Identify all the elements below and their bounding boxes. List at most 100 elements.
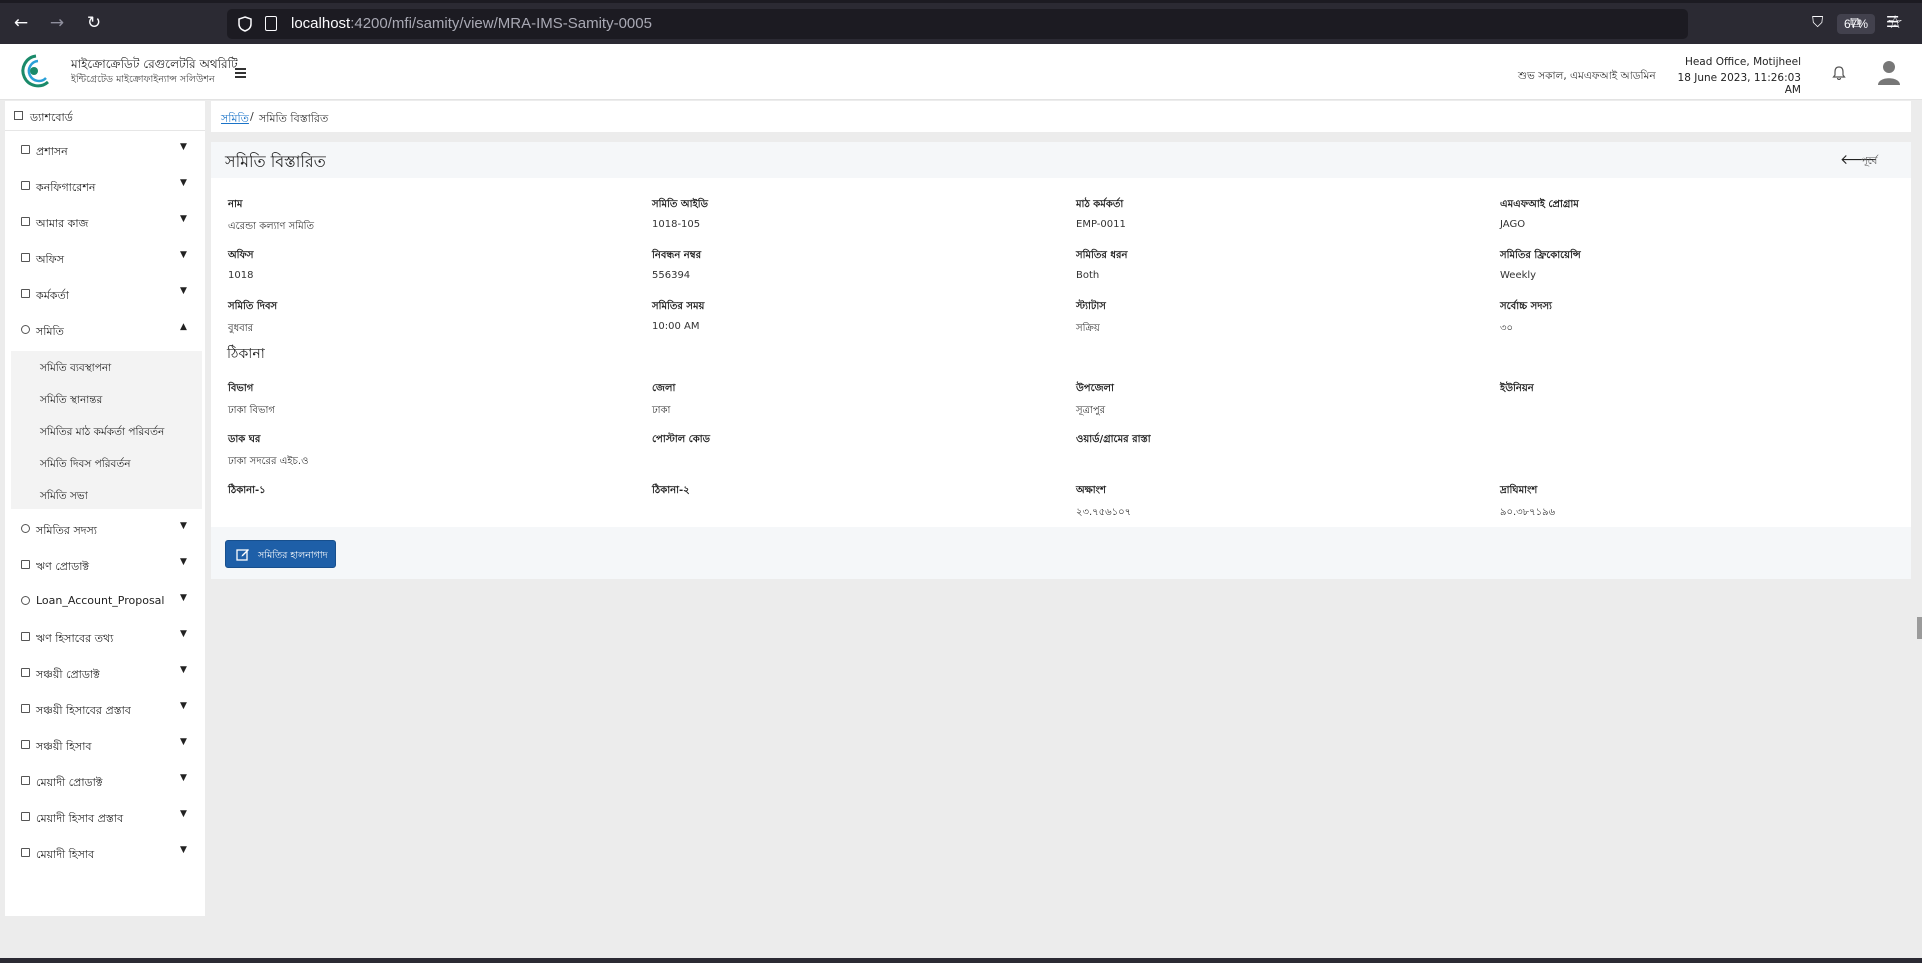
menu-icon[interactable]: ☰ — [1886, 13, 1899, 31]
sidebar-item-label: অফিস — [36, 253, 64, 266]
sidebar-item-savings-account-proposal[interactable]: সঞ্চয়ী হিসাবের প্রস্তাব ▼ — [5, 691, 205, 727]
field-samity-day: সমিতি দিবস বুধবার — [228, 299, 628, 338]
chevron-up-icon: ▲ — [180, 322, 187, 332]
pocket-icon[interactable]: ⛉ — [1812, 13, 1823, 31]
hamburger-menu-icon[interactable] — [235, 68, 246, 80]
building-icon — [21, 848, 30, 857]
submenu-item-samity-transfer[interactable]: সমিতি স্থানান্তর — [11, 384, 202, 416]
field-ward-road: ওয়ার্ড/গ্রামের রাস্তা — [1076, 432, 1476, 454]
field-value: ঢাকা বিভাগ — [228, 405, 275, 416]
sidebar-item-savings-product[interactable]: সঞ্চয়ী প্রোডাক্ট ▼ — [5, 655, 205, 691]
field-label: অক্ষাংশ — [1076, 485, 1106, 496]
field-label: ঠিকানা-১ — [228, 485, 266, 496]
chevron-down-icon: ▼ — [180, 665, 187, 675]
field-address-2: ঠিকানা-২ — [652, 483, 1052, 505]
submenu-item-samity-day-change[interactable]: সমিতি দিবস পরিবর্তন — [11, 448, 202, 480]
back-icon[interactable]: ← — [10, 12, 32, 34]
field-label: নাম — [228, 199, 243, 210]
sidebar-item-term-product[interactable]: মেয়াদী প্রোডাক্ট ▼ — [5, 763, 205, 799]
field-max-members: সর্বোচ্চ সদস্য ৩০ — [1500, 299, 1900, 338]
field-value: 1018-105 — [652, 219, 701, 230]
page-title: সমিতি বিস্তারিত — [225, 152, 326, 171]
sidebar-item-my-work[interactable]: আমার কাজ ▼ — [5, 204, 205, 240]
card-footer: সমিতির হালনাগাদ — [211, 527, 1911, 579]
url-text[interactable]: localhost:4200/mfi/samity/view/MRA-IMS-S… — [291, 15, 652, 32]
sidebar-item-label: সমিতি — [36, 325, 64, 338]
field-label: উপজেলা — [1076, 383, 1114, 394]
field-label: মাঠ কর্মকর্তা — [1076, 199, 1124, 210]
sidebar-item-configuration[interactable]: কনফিগারেশন ▼ — [5, 168, 205, 204]
field-label: ডাক ঘর — [228, 434, 261, 445]
sidebar-item-term-account-proposal[interactable]: মেয়াদী হিসাব প্রস্তাব ▼ — [5, 799, 205, 835]
sidebar-item-savings-account[interactable]: সঞ্চয়ী হিসাব ▼ — [5, 727, 205, 763]
field-value: 10:00 AM — [652, 321, 700, 332]
forward-icon[interactable]: → — [46, 12, 68, 34]
update-samity-label: সমিতির হালনাগাদ — [258, 550, 328, 561]
sidebar-item-office[interactable]: অফিস ▼ — [5, 240, 205, 276]
extensions-icon[interactable]: ⧉ — [1850, 13, 1861, 31]
sidebar-item-loan-account-info[interactable]: ঋণ হিসাবের তথ্য ▼ — [5, 619, 205, 655]
group-icon — [21, 596, 30, 605]
sidebar-item-label: ঋণ হিসাবের তথ্য — [36, 632, 114, 645]
group-icon — [21, 524, 30, 533]
sidebar-item-samity-members[interactable]: সমিতির সদস্য ▼ — [5, 511, 205, 547]
chevron-down-icon: ▼ — [180, 629, 187, 639]
sidebar: ড্যাশবোর্ড প্রশাসন ▼ কনফিগারেশন ▼ আমার ক… — [5, 101, 205, 916]
sidebar-item-dashboard[interactable]: ড্যাশবোর্ড — [5, 101, 205, 131]
sidebar-item-label: আমার কাজ — [36, 217, 89, 230]
edit-icon — [236, 549, 249, 561]
field-label: ইউনিয়ন — [1500, 383, 1534, 394]
submenu-item-samity-management[interactable]: সমিতি ব্যবস্থাপনা — [11, 352, 202, 384]
field-samity-id: সমিতি আইডি 1018-105 — [652, 197, 1052, 230]
field-registration-number: নিবন্ধন নম্বর 556394 — [652, 248, 1052, 281]
office-name: Head Office, Motijheel — [1684, 56, 1801, 68]
browser-toolbar: ← → ↻ localhost:4200/mfi/samity/view/MRA… — [0, 0, 1922, 44]
user-icon — [21, 289, 30, 298]
chevron-down-icon: ▼ — [180, 286, 187, 296]
building-icon — [21, 776, 30, 785]
sidebar-item-label: সঞ্চয়ী প্রোডাক্ট — [36, 668, 100, 681]
update-samity-button[interactable]: সমিতির হালনাগাদ — [225, 540, 336, 568]
sidebar-item-loan-product[interactable]: ঋণ প্রোডাক্ট ▼ — [5, 547, 205, 583]
field-longitude: দ্রাঘিমাংশ ৯০.৩৮৭১৯৬ — [1500, 483, 1900, 522]
field-label: বিভাগ — [228, 383, 254, 394]
sidebar-item-administration[interactable]: প্রশাসন ▼ — [5, 132, 205, 168]
back-button[interactable]: পূর্বে — [1861, 154, 1877, 171]
sidebar-item-loan-account-proposal[interactable]: Loan_Account_Proposal ▼ — [5, 583, 205, 619]
sidebar-item-officer[interactable]: কর্মকর্তা ▼ — [5, 276, 205, 312]
field-post-office: ডাক ঘর ঢাকা সদরের এইচ.ও — [228, 432, 628, 471]
field-label: সমিতির সময় — [652, 301, 705, 312]
breadcrumb-separator: / — [250, 110, 254, 123]
submenu-item-label: সমিতি দিবস পরিবর্তন — [40, 458, 131, 470]
bell-icon[interactable] — [1832, 66, 1846, 80]
building-icon — [21, 740, 30, 749]
chevron-down-icon: ▼ — [180, 737, 187, 747]
submenu-item-samity-meeting[interactable]: সমিতি সভা — [11, 480, 202, 512]
field-value: Weekly — [1500, 270, 1537, 281]
breadcrumb: সমিতি / সমিতি বিস্তারিত — [211, 101, 1911, 132]
submenu-item-field-officer-change[interactable]: সমিতির মাঠ কর্মকর্তা পরিবর্তন — [11, 416, 202, 448]
sidebar-item-label: কনফিগারেশন — [36, 181, 96, 194]
breadcrumb-link-samity[interactable]: সমিতি — [221, 110, 249, 129]
sidebar-item-term-account[interactable]: মেয়াদী হিসাব ▼ — [5, 835, 205, 871]
app-header: মাইক্রোক্রেডিট রেগুলেটরি অথরিটি ইন্টিগ্র… — [0, 44, 1922, 100]
submenu-item-label: সমিতির মাঠ কর্মকর্তা পরিবর্তন — [40, 426, 165, 438]
chevron-down-icon: ▼ — [180, 250, 187, 260]
sidebar-item-samity[interactable]: সমিতি ▲ — [5, 312, 205, 348]
address-bar[interactable]: localhost:4200/mfi/samity/view/MRA-IMS-S… — [227, 9, 1903, 39]
field-label: দ্রাঘিমাংশ — [1500, 485, 1538, 496]
field-value: EMP-0011 — [1076, 219, 1126, 230]
submenu-item-label: সমিতি স্থানান্তর — [40, 394, 103, 406]
scrollbar-thumb[interactable] — [1917, 617, 1922, 639]
field-label: এমএফআই প্রোগ্রাম — [1500, 199, 1579, 210]
building-icon — [21, 217, 30, 226]
reload-icon[interactable]: ↻ — [83, 12, 105, 34]
field-upazila: উপজেলা সূত্রাপুর — [1076, 381, 1476, 420]
group-icon — [21, 325, 30, 334]
sidebar-item-label: মেয়াদী হিসাব — [36, 848, 95, 861]
sliders-icon — [21, 145, 30, 154]
user-avatar[interactable] — [1877, 59, 1901, 85]
field-value: বুধবার — [228, 323, 254, 334]
sidebar-item-label: সমিতির সদস্য — [36, 524, 97, 537]
mra-logo — [21, 54, 50, 88]
